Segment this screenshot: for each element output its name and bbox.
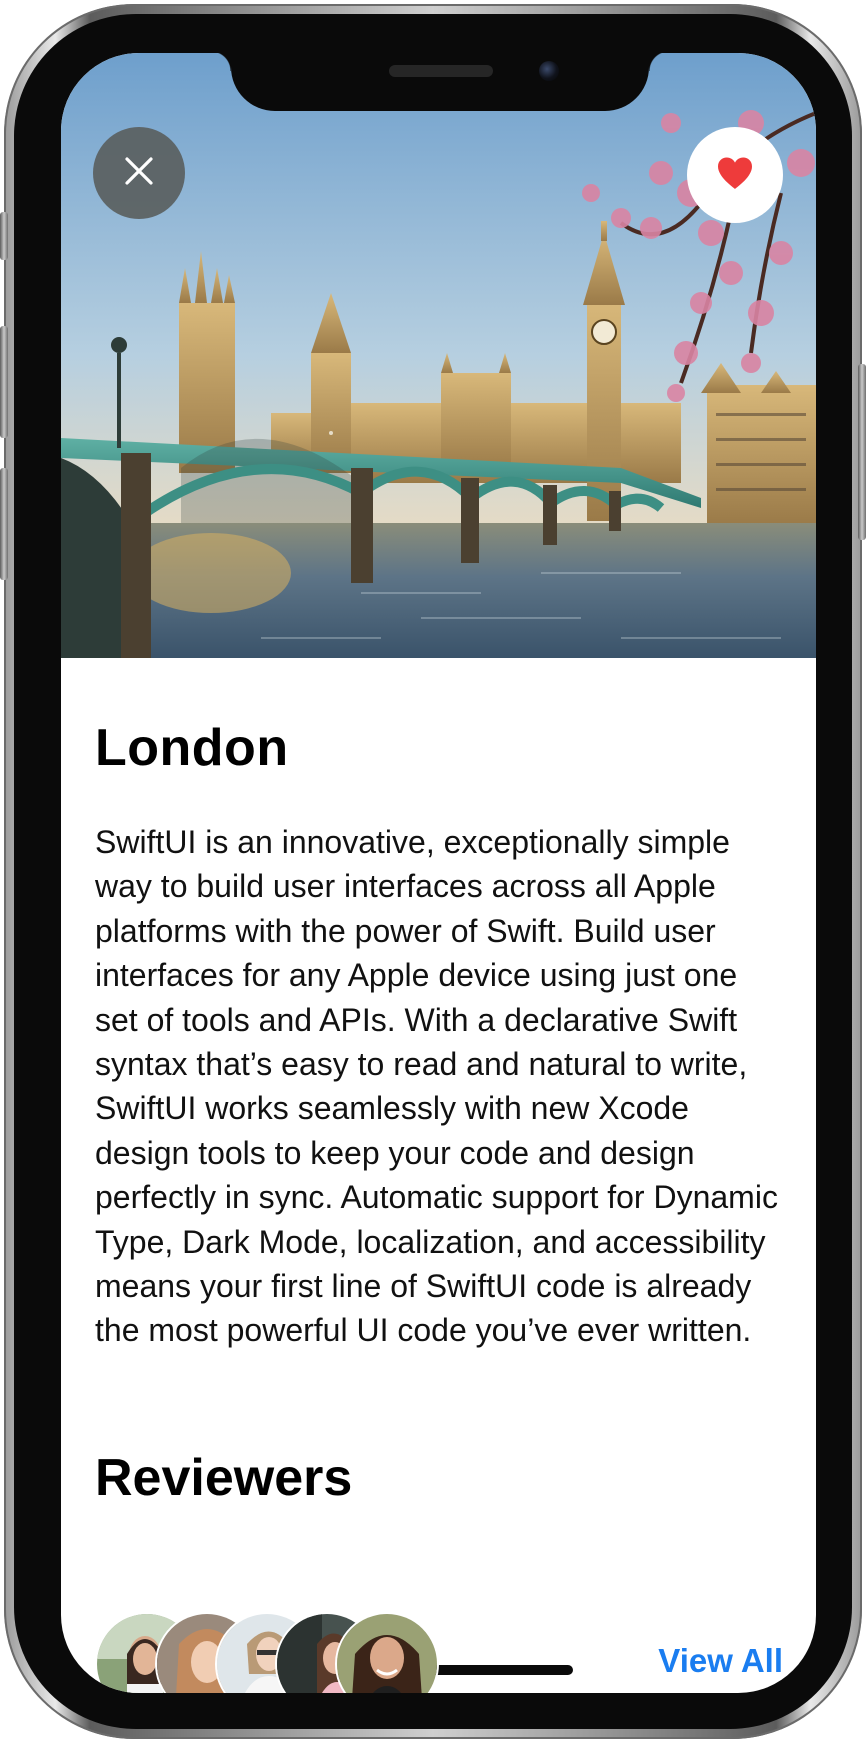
place-description: SwiftUI is an innovative, exceptionally … [95,824,778,1349]
heart-fill-icon [716,156,754,195]
app-screen: London SwiftUI is an innovative, excepti… [61,53,816,1693]
volume-up-button [0,326,8,438]
front-camera [539,61,559,81]
close-button[interactable] [93,127,185,219]
power-button [858,364,866,540]
place-title: London [95,719,289,777]
iphone-frame: London SwiftUI is an innovative, excepti… [0,4,866,1739]
xmark-icon [124,156,154,191]
device-notch [211,53,669,111]
earpiece-speaker [389,65,493,77]
view-all-link[interactable]: View All [658,1642,783,1680]
silent-switch [0,212,8,260]
reviewers-title: Reviewers [95,1449,353,1507]
volume-down-button [0,468,8,580]
reviewers-row: View All [95,1612,785,1693]
favorite-button[interactable] [687,127,783,223]
